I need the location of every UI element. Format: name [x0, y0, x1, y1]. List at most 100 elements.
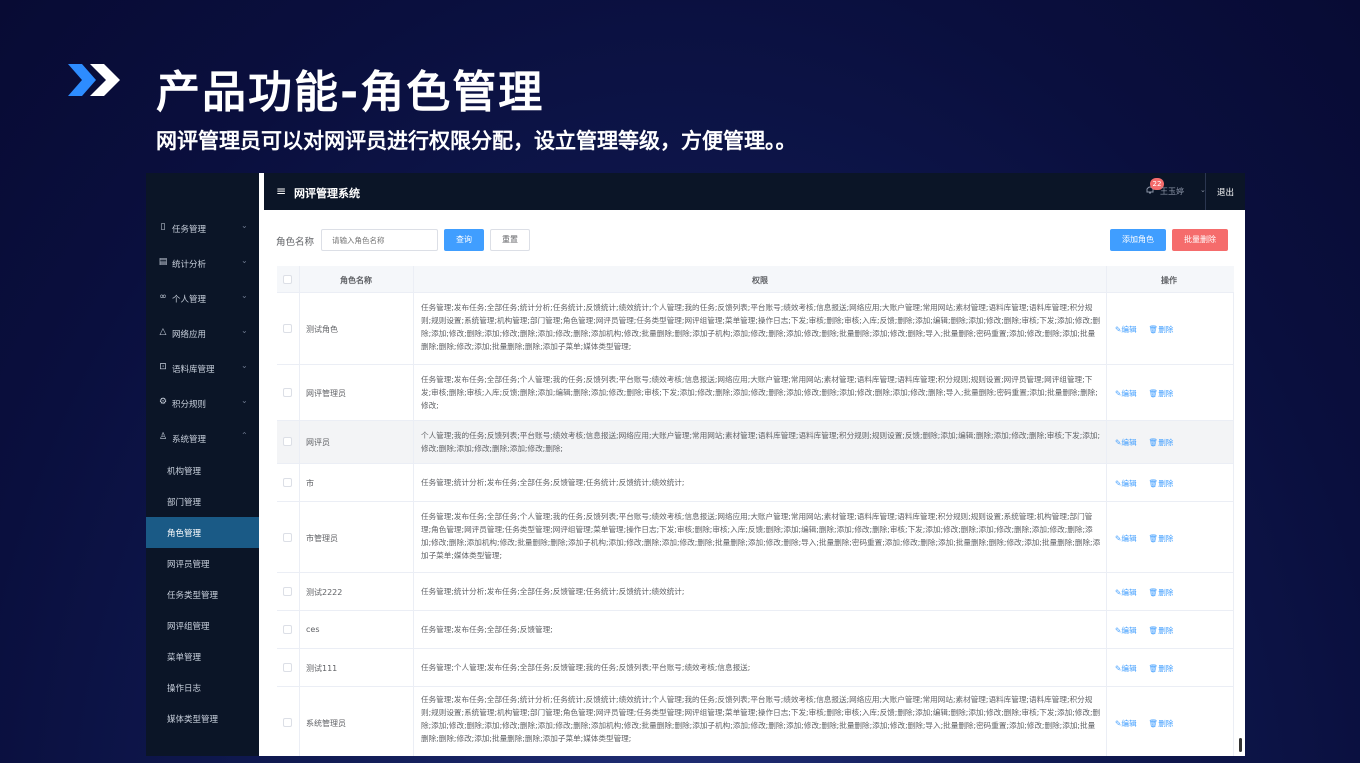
- delete-button[interactable]: 🗑删除: [1149, 534, 1180, 543]
- reset-button[interactable]: 重置: [490, 229, 530, 251]
- sidebar-sub-group[interactable]: 网评组管理: [146, 610, 259, 641]
- sidebar-item-statistics[interactable]: ▤ 统计分析 ⌄: [146, 246, 259, 281]
- edit-button[interactable]: ✎编辑: [1115, 389, 1143, 398]
- row-checkbox[interactable]: [283, 718, 292, 727]
- delete-label: 删除: [1158, 438, 1174, 447]
- sidebar-sub-label: 部门管理: [167, 498, 202, 508]
- edit-button[interactable]: ✎编辑: [1115, 719, 1143, 728]
- edit-label: 编辑: [1121, 534, 1137, 543]
- sidebar-sub-label: 操作日志: [167, 684, 202, 694]
- row-checkbox[interactable]: [283, 663, 292, 672]
- sidebar-item-network-app[interactable]: △ 网络应用 ⌄: [146, 316, 259, 351]
- column-header-name: 角色名称: [340, 276, 372, 285]
- delete-button[interactable]: 🗑删除: [1149, 325, 1180, 334]
- delete-button[interactable]: 🗑删除: [1149, 479, 1180, 488]
- delete-label: 删除: [1158, 626, 1174, 635]
- role-permissions: 任务管理;发布任务;全部任务;个人管理;我的任务;反馈列表;平台账号;绩效考核;…: [421, 375, 1098, 410]
- app-window: ▯ 任务管理 ⌄ ▤ 统计分析 ⌄ ∞ 个人管理 ⌄ △ 网络应用 ⌄ ⊡ 语料…: [146, 173, 1245, 756]
- edit-button[interactable]: ✎编辑: [1115, 325, 1143, 334]
- edit-label: 编辑: [1121, 479, 1137, 488]
- sidebar-sub-media[interactable]: 媒体类型管理: [146, 703, 259, 734]
- role-name: 测试111: [306, 664, 338, 673]
- chevron-down-icon: ⌄: [241, 326, 248, 335]
- row-checkbox[interactable]: [283, 437, 292, 446]
- role-name: 测试角色: [306, 325, 338, 334]
- select-all-checkbox[interactable]: [283, 275, 292, 284]
- scrollbar[interactable]: [1239, 738, 1242, 752]
- edit-button[interactable]: ✎编辑: [1115, 438, 1143, 447]
- slide-subtitle: 网评管理员可以对网评员进行权限分配，设立管理等级，方便管理。。: [156, 129, 797, 153]
- clipboard-icon: ▯: [160, 222, 166, 232]
- sidebar-sub-dept[interactable]: 部门管理: [146, 486, 259, 517]
- edit-label: 编辑: [1121, 389, 1137, 398]
- edit-button[interactable]: ✎编辑: [1115, 588, 1143, 597]
- sidebar-sub-role[interactable]: 角色管理: [146, 517, 259, 548]
- delete-button[interactable]: 🗑删除: [1149, 588, 1180, 597]
- double-chevron-icon: [68, 64, 120, 96]
- sidebar-sub-log[interactable]: 操作日志: [146, 672, 259, 703]
- table-row: 市管理员 任务管理;发布任务;全部任务;个人管理;我的任务;反馈列表;平台账号;…: [277, 502, 1234, 573]
- sidebar-sub-task-type[interactable]: 任务类型管理: [146, 579, 259, 610]
- column-header-actions: 操作: [1161, 276, 1177, 285]
- edit-label: 编辑: [1121, 664, 1137, 673]
- sidebar-sub-label: 网评员管理: [167, 560, 210, 570]
- sidebar-item-label: 任务管理: [172, 225, 207, 235]
- edit-label: 编辑: [1121, 719, 1137, 728]
- batch-delete-button[interactable]: 批量删除: [1172, 229, 1228, 251]
- table-row: 系统管理员 任务管理;发布任务;全部任务;统计分析;任务统计;反馈统计;绩效统计…: [277, 687, 1234, 756]
- table-header: 角色名称 权限 操作: [277, 266, 1234, 293]
- user-icon: ♙: [158, 432, 168, 442]
- lock-icon: ⊡: [159, 362, 167, 372]
- row-checkbox[interactable]: [283, 324, 292, 333]
- sidebar-sub-reviewer[interactable]: 网评员管理: [146, 548, 259, 579]
- sidebar-item-task-management[interactable]: ▯ 任务管理 ⌄: [146, 211, 259, 246]
- hamburger-icon[interactable]: ≡: [276, 184, 286, 198]
- role-permissions: 任务管理;发布任务;全部任务;反馈管理;: [421, 625, 553, 634]
- sidebar-item-label: 语料库管理: [172, 365, 215, 375]
- role-name: 网评员: [306, 438, 330, 447]
- sidebar-item-personal[interactable]: ∞ 个人管理 ⌄: [146, 281, 259, 316]
- role-permissions: 任务管理;个人管理;发布任务;全部任务;反馈管理;我的任务;反馈列表;平台账号;…: [421, 663, 751, 672]
- role-permissions: 任务管理;发布任务;全部任务;统计分析;任务统计;反馈统计;绩效统计;个人管理;…: [421, 695, 1101, 743]
- row-checkbox[interactable]: [283, 533, 292, 542]
- role-permissions: 任务管理;统计分析;发布任务;全部任务;反馈管理;任务统计;反馈统计;绩效统计;: [421, 478, 685, 487]
- role-name-input[interactable]: [321, 229, 438, 251]
- row-checkbox[interactable]: [283, 388, 292, 397]
- delete-button[interactable]: 🗑删除: [1149, 389, 1180, 398]
- chevron-down-icon: ⌄: [241, 221, 248, 230]
- sidebar-item-corpus[interactable]: ⊡ 语料库管理 ⌄: [146, 351, 259, 386]
- role-permissions: 任务管理;发布任务;全部任务;个人管理;我的任务;反馈列表;平台账号;绩效考核;…: [421, 512, 1101, 560]
- logout-button[interactable]: 退出: [1217, 186, 1234, 198]
- delete-label: 删除: [1158, 389, 1174, 398]
- user-name[interactable]: 王玉婷: [1160, 186, 1184, 197]
- sidebar-item-system[interactable]: ♙ 系统管理 ⌃: [146, 421, 259, 456]
- row-checkbox[interactable]: [283, 625, 292, 634]
- edit-button[interactable]: ✎编辑: [1115, 534, 1143, 543]
- add-role-button[interactable]: 添加角色: [1110, 229, 1166, 251]
- chevron-down-icon: ⌄: [241, 256, 248, 265]
- role-name: 网评管理员: [306, 389, 346, 398]
- delete-button[interactable]: 🗑删除: [1149, 719, 1180, 728]
- divider: [1205, 173, 1206, 210]
- chevron-up-icon: ⌃: [241, 431, 248, 440]
- delete-button[interactable]: 🗑删除: [1149, 626, 1180, 635]
- role-permissions: 任务管理;统计分析;发布任务;全部任务;反馈管理;任务统计;反馈统计;绩效统计;: [421, 587, 685, 596]
- column-divider: [413, 266, 414, 293]
- row-checkbox[interactable]: [283, 478, 292, 487]
- delete-button[interactable]: 🗑删除: [1149, 438, 1180, 447]
- sidebar-item-points[interactable]: ⚙ 积分规则 ⌄: [146, 386, 259, 421]
- link-icon: ∞: [159, 292, 167, 302]
- table-row: 网评员 个人管理;我的任务;反馈列表;平台账号;绩效考核;信息报送;网络应用;大…: [277, 421, 1234, 464]
- delete-button[interactable]: 🗑删除: [1149, 664, 1180, 673]
- column-divider: [299, 293, 300, 756]
- sidebar-sub-menu[interactable]: 菜单管理: [146, 641, 259, 672]
- row-checkbox[interactable]: [283, 587, 292, 596]
- edit-button[interactable]: ✎编辑: [1115, 626, 1143, 635]
- sidebar-sub-label: 媒体类型管理: [167, 715, 219, 725]
- sidebar-sub-org[interactable]: 机构管理: [146, 455, 259, 486]
- edit-button[interactable]: ✎编辑: [1115, 664, 1143, 673]
- edit-button[interactable]: ✎编辑: [1115, 479, 1143, 488]
- query-button[interactable]: 查询: [444, 229, 484, 251]
- delete-label: 删除: [1158, 534, 1174, 543]
- sidebar-sub-label: 菜单管理: [167, 653, 202, 663]
